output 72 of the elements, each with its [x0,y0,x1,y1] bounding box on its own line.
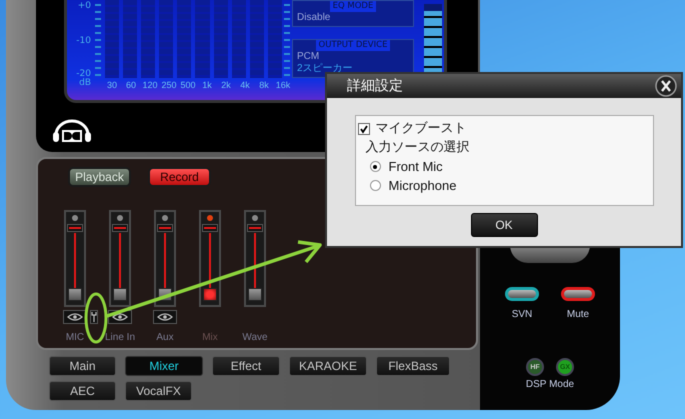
knob-icon [162,215,168,221]
mode-button[interactable]: Playback [68,167,131,187]
ok-button[interactable]: OK [470,213,538,237]
dialog-title: 詳細設定 [347,77,403,95]
section-label: 入力ソースの選択 [364,139,470,156]
toggle-button[interactable] [505,287,539,301]
frequency-label: 16k [274,80,292,90]
channel-label: Mix [202,332,218,343]
annotation-ellipse [84,292,108,344]
frequency-label: 250 [160,80,178,90]
volume-slider[interactable] [199,210,221,307]
channel-label: Wave [242,332,268,343]
nav-tab[interactable]: FlexBass [376,356,450,376]
output-device-label: OUTPUT DEVICE [316,40,390,51]
eye-icon[interactable] [153,310,177,324]
select-button[interactable] [248,288,262,301]
frequency-label: 30 [106,80,118,90]
frequency-label: 2k [220,80,232,90]
frequency-label: 8k [258,80,270,90]
mode-button[interactable]: Record [148,167,211,187]
nav-tab[interactable]: KARAOKE [289,356,367,376]
wrench-icon[interactable] [90,310,98,324]
knob-icon [117,215,123,221]
frequency-label: 120 [141,80,159,90]
frequency-label: 60 [124,80,137,90]
select-button[interactable] [113,288,127,301]
checkbox[interactable] [358,122,370,134]
radio-label: Microphone [388,177,456,194]
nav-tab[interactable]: VocalFX [125,381,192,401]
speaker-config: 2スピーカー [297,63,354,75]
frequency-label: 500 [179,80,197,90]
db-label: -10 [76,37,91,46]
headphones-logo-icon [52,117,92,143]
nav-tab[interactable]: Main [49,356,116,376]
db-label: -20 [76,70,91,79]
dsp-mode-label: DSP Mode [526,379,574,390]
knob-icon [207,215,213,221]
eq-mode-label: EQ MODE [330,1,376,12]
slider-thumb[interactable] [157,224,173,232]
eye-icon[interactable] [63,310,87,324]
frequency-label: 1k [201,80,213,90]
slider-thumb[interactable] [247,224,263,232]
slider-thumb[interactable] [202,224,218,232]
nav-tab[interactable]: Mixer [125,356,203,376]
select-button[interactable] [203,288,217,301]
volume-slider[interactable] [109,210,131,307]
eq-mode-value: Disable [297,12,332,24]
select-button[interactable] [68,288,82,301]
radio-button[interactable] [370,161,380,172]
nav-tab[interactable]: Effect [212,356,280,376]
nav-tab[interactable]: AEC [49,381,116,401]
toggle-label: Mute [566,309,590,320]
knob-icon [72,215,78,221]
radio-label: Front Mic [388,158,443,175]
slider-thumb[interactable] [67,224,83,232]
frequency-label: 4k [239,80,251,90]
channel-label: MIC [66,332,84,343]
checkbox-label: マイクブースト [376,120,466,137]
db-label: +0 [78,2,91,11]
volume-slider[interactable] [64,210,86,307]
close-icon[interactable] [655,75,677,97]
radio-button[interactable] [370,180,380,191]
knob-icon [252,215,258,221]
channel-label: Aux [156,332,174,343]
toggle-label: SVN [512,309,532,320]
output-format: PCM [297,51,320,63]
channel-label: Line In [104,332,136,343]
toggle-button[interactable] [561,287,595,301]
db-unit: dB [79,79,91,88]
volume-slider[interactable] [154,210,176,307]
volume-slider[interactable] [244,210,266,307]
slider-thumb[interactable] [112,224,128,232]
